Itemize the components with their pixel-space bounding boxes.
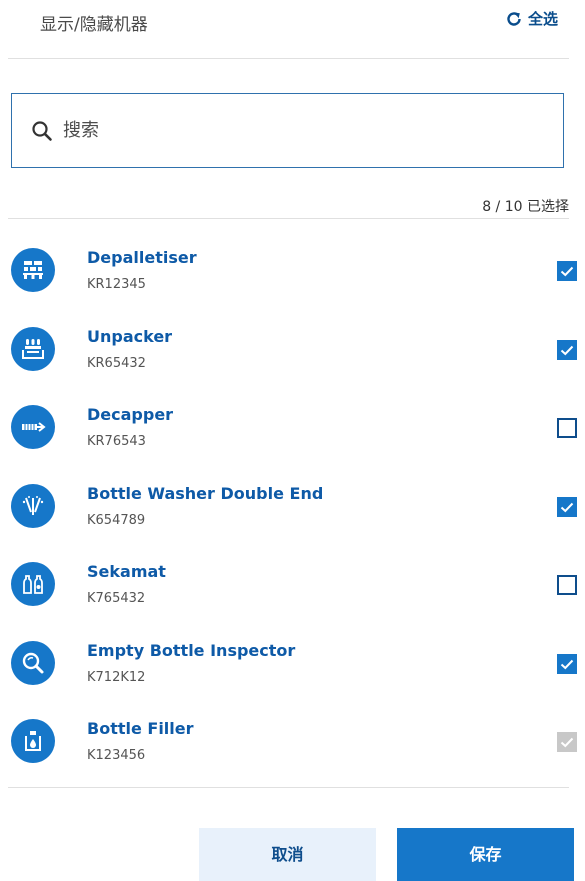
check-icon [560, 659, 574, 669]
machine-code: KR76543 [87, 434, 146, 449]
bottle-filler-icon [11, 719, 55, 763]
machine-name: Unpacker [87, 326, 173, 346]
machine-list-item[interactable]: Unpacker KR65432 [0, 309, 585, 388]
sekamat-icon [11, 562, 55, 606]
machine-list-item[interactable]: Decapper KR76543 [0, 387, 585, 466]
decapper-icon [11, 405, 55, 449]
machine-name: Bottle Washer Double End [87, 483, 324, 503]
depalletiser-icon [11, 248, 55, 292]
select-all-label: 全选 [527, 10, 558, 28]
machine-checkbox[interactable] [557, 575, 577, 595]
search-input[interactable] [61, 119, 505, 142]
dialog-header: 显示/隐藏机器 全选 [0, 0, 585, 58]
machine-name: Decapper [87, 405, 174, 424]
machine-name: Bottle Filler [87, 719, 194, 738]
footer-divider [8, 787, 569, 788]
machine-list-item[interactable]: Empty Bottle Inspector K712K12 [0, 623, 585, 702]
machine-code: K654789 [87, 512, 146, 528]
machine-name: Empty Bottle Inspector [87, 640, 296, 660]
machine-list-item[interactable]: Bottle Filler K123456 [0, 701, 585, 780]
check-icon [560, 502, 574, 512]
machine-code: K712K12 [87, 669, 146, 685]
machine-list-item[interactable]: Sekamat K765432 [0, 544, 585, 623]
check-icon [560, 345, 574, 355]
machine-checkbox[interactable] [557, 261, 577, 281]
dialog-title: 显示/隐藏机器 [40, 15, 148, 35]
cancel-button[interactable]: 取消 [199, 828, 376, 881]
check-icon [560, 737, 574, 748]
machine-code: KR12345 [87, 277, 146, 292]
machine-code: KR65432 [87, 355, 146, 371]
machine-checkbox[interactable] [557, 339, 577, 360]
selection-count: 8 / 10 已选择 [482, 199, 569, 215]
header-divider [8, 58, 569, 59]
inspector-icon [11, 640, 55, 685]
machine-checkbox[interactable] [557, 496, 577, 517]
machine-code: K765432 [87, 591, 146, 606]
list-top-divider [8, 218, 569, 219]
machine-list-item[interactable]: Depalletiser KR12345 [0, 230, 585, 309]
machine-name: Sekamat [87, 562, 166, 581]
machine-checkbox-disabled [557, 732, 577, 752]
machine-code: K123456 [87, 748, 146, 763]
machine-checkbox[interactable] [557, 653, 577, 674]
machine-checkbox[interactable] [557, 418, 577, 438]
bottle-washer-icon [11, 483, 55, 528]
machine-list-item[interactable]: Bottle Washer Double End K654789 [0, 466, 585, 545]
search-box[interactable] [11, 93, 564, 168]
refresh-icon [507, 11, 521, 26]
search-icon [32, 120, 52, 141]
select-all-button[interactable]: 全选 [505, 8, 558, 29]
save-button[interactable]: 保存 [397, 828, 574, 881]
machine-list: Depalletiser KR12345 Unpacker KR65432 De… [0, 230, 585, 780]
unpacker-icon [11, 326, 55, 371]
machine-name: Depalletiser [87, 248, 197, 267]
check-icon [560, 266, 574, 277]
